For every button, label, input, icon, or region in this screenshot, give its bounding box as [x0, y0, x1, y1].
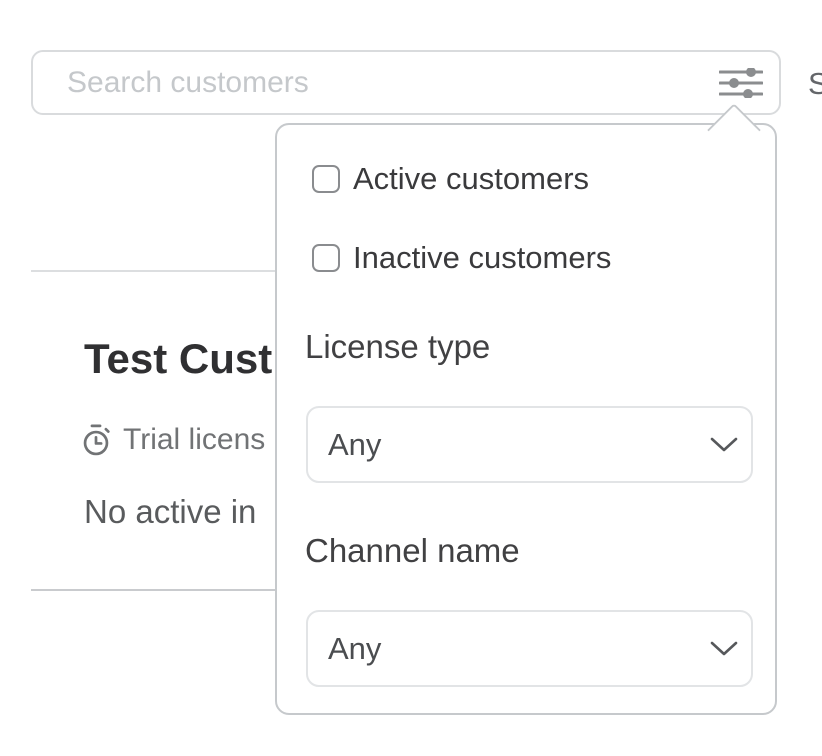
customer-license-row: Trial licens	[78, 420, 275, 460]
active-customers-label: Active customers	[353, 162, 589, 196]
active-customers-checkbox	[312, 165, 340, 193]
search-input[interactable]	[33, 52, 779, 113]
customer-license-text: Trial licens	[123, 423, 265, 457]
customer-name-heading: Test Cust	[84, 331, 275, 387]
channel-name-label: Channel name	[305, 529, 520, 573]
license-type-label: License type	[305, 325, 490, 369]
filter-button[interactable]	[715, 61, 767, 105]
inactive-customers-checkbox	[312, 244, 340, 272]
license-type-select[interactable]: Any	[306, 406, 753, 483]
channel-name-select[interactable]: Any	[306, 610, 753, 687]
channel-name-select-value: Any	[328, 631, 381, 667]
clipped-right-label: S	[808, 66, 822, 102]
customer-status-text: No active in	[84, 489, 275, 535]
inactive-customers-checkbox-row[interactable]: Inactive customers	[312, 241, 611, 275]
license-type-select-value: Any	[328, 427, 381, 463]
active-customers-checkbox-row[interactable]: Active customers	[312, 162, 589, 196]
filter-popover: Active customers Inactive customers Lice…	[275, 123, 777, 715]
chevron-down-icon	[710, 437, 738, 453]
sliders-icon	[719, 68, 763, 98]
chevron-down-icon	[710, 641, 738, 657]
search-bar	[31, 50, 781, 115]
timer-icon	[78, 422, 114, 458]
inactive-customers-label: Inactive customers	[353, 241, 611, 275]
